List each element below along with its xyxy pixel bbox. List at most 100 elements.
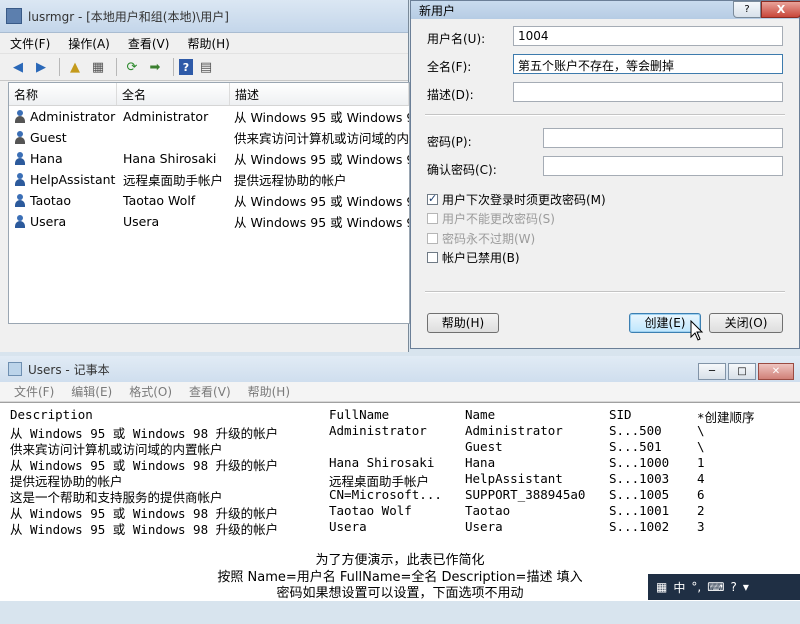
user-row[interactable]: Administrator Administrator 从 Windows 95… bbox=[9, 106, 409, 127]
fullname-input[interactable]: 第五个账户不存在，等会删掉 bbox=[513, 54, 783, 74]
lusrmgr-titlebar[interactable]: lusrmgr - [本地用户和组(本地)\用户] bbox=[0, 0, 408, 33]
close-icon[interactable]: ✕ bbox=[758, 363, 794, 380]
help-button[interactable]: 帮助(H) bbox=[427, 313, 499, 333]
user-row[interactable]: Taotao Taotao Wolf 从 Windows 95 或 Window… bbox=[9, 190, 409, 211]
line-name: Administrator bbox=[465, 423, 563, 438]
column-header-fullname[interactable]: 全名 bbox=[117, 83, 230, 105]
password-label: 密码(P): bbox=[427, 135, 472, 149]
user-row[interactable]: Guest 供来宾访问计算机或访问域的内置 bbox=[9, 127, 409, 148]
menu-view[interactable]: 查看(V) bbox=[128, 35, 170, 52]
properties-icon[interactable]: ▤ bbox=[196, 58, 216, 76]
line-order: \ bbox=[697, 423, 705, 438]
user-name: Guest bbox=[30, 130, 67, 145]
maximize-icon[interactable]: □ bbox=[728, 363, 756, 380]
np-menu-view[interactable]: 查看(V) bbox=[189, 383, 231, 400]
user-disabled-icon bbox=[13, 130, 27, 145]
user-icon bbox=[13, 151, 27, 166]
user-row[interactable]: HelpAssistant 远程桌面助手帐户 提供远程协助的帐户 bbox=[9, 169, 409, 190]
account-disabled-checkbox[interactable]: 帐户已禁用(B) bbox=[427, 249, 520, 266]
notepad-line: 从 Windows 95 或 Windows 98 升级的帐户 Hana Shi… bbox=[10, 455, 705, 473]
user-description: 从 Windows 95 或 Windows 98 bbox=[234, 215, 409, 230]
header-fullname: FullName bbox=[329, 407, 390, 422]
line-sid: S...1002 bbox=[609, 519, 670, 534]
notepad-line: 这是一个帮助和支持服务的提供商帐户 CN=Microsoft... SUPPOR… bbox=[10, 487, 705, 505]
toolbar-separator bbox=[59, 58, 60, 76]
line-sid: S...1005 bbox=[609, 487, 670, 502]
help-icon[interactable]: ? bbox=[731, 580, 737, 594]
line-sid: S...1003 bbox=[609, 471, 670, 486]
dialog-close-icon[interactable]: X bbox=[761, 1, 800, 18]
dialog-help-icon[interactable]: ? bbox=[733, 1, 761, 18]
menu-file[interactable]: 文件(F) bbox=[10, 35, 50, 52]
keyboard-icon[interactable]: ⌨ bbox=[707, 580, 724, 594]
np-menu-file[interactable]: 文件(F) bbox=[14, 383, 54, 400]
notepad-window-controls: ─ □ ✕ bbox=[696, 363, 794, 380]
user-fullname: 远程桌面助手帐户 bbox=[123, 173, 224, 188]
user-list[interactable]: 名称 全名 描述 Administrator Administrator 从 W… bbox=[8, 82, 410, 324]
user-fullname: Hana Shirosaki bbox=[123, 151, 217, 166]
np-menu-help[interactable]: 帮助(H) bbox=[248, 383, 290, 400]
user-description: 供来宾访问计算机或访问域的内置 bbox=[234, 131, 409, 146]
line-sid: S...1001 bbox=[609, 503, 670, 518]
confirm-password-input[interactable] bbox=[543, 156, 783, 176]
column-header-description[interactable]: 描述 bbox=[230, 83, 409, 105]
header-order: *创建顺序 bbox=[697, 410, 755, 425]
menu-action[interactable]: 操作(A) bbox=[68, 35, 110, 52]
dialog-separator bbox=[425, 114, 785, 116]
header-name: Name bbox=[465, 407, 496, 422]
line-sid: S...1000 bbox=[609, 455, 670, 470]
description-input[interactable] bbox=[513, 82, 783, 102]
username-input[interactable]: 1004 bbox=[513, 26, 783, 46]
line-order: 3 bbox=[697, 519, 705, 534]
menu-help[interactable]: 帮助(H) bbox=[187, 35, 229, 52]
checkbox-checked-icon bbox=[427, 192, 438, 205]
minimize-icon[interactable]: ─ bbox=[698, 363, 726, 380]
user-fullname: Taotao Wolf bbox=[123, 193, 196, 208]
toolbar-separator bbox=[173, 58, 174, 76]
ime-logo-icon[interactable]: ▦ bbox=[656, 580, 667, 594]
notepad-titlebar[interactable]: Users - 记事本 bbox=[0, 356, 800, 382]
checkbox-icon bbox=[427, 252, 438, 263]
user-description: 从 Windows 95 或 Windows 98 bbox=[234, 194, 409, 209]
close-button[interactable]: 关闭(O) bbox=[709, 313, 783, 333]
ime-mode[interactable]: 中 bbox=[673, 579, 685, 596]
forward-arrow-icon[interactable]: ▶ bbox=[31, 58, 51, 76]
username-label: 用户名(U): bbox=[427, 32, 486, 46]
export-list-icon[interactable]: ➡ bbox=[145, 58, 165, 76]
must-change-password-checkbox[interactable]: 用户下次登录时须更改密码(M) bbox=[427, 191, 606, 208]
cannot-change-password-checkbox[interactable]: 用户不能更改密码(S) bbox=[427, 210, 555, 227]
line-order: 2 bbox=[697, 503, 705, 518]
account-disabled-label: 帐户已禁用(B) bbox=[442, 251, 520, 265]
lusrmgr-menubar: 文件(F) 操作(A) 查看(V) 帮助(H) bbox=[0, 33, 408, 54]
np-menu-format[interactable]: 格式(O) bbox=[129, 383, 172, 400]
password-never-expires-checkbox[interactable]: 密码永不过期(W) bbox=[427, 230, 535, 247]
fullname-label: 全名(F): bbox=[427, 60, 472, 74]
help-icon[interactable]: ? bbox=[179, 59, 193, 75]
user-row[interactable]: Usera Usera 从 Windows 95 或 Windows 98 bbox=[9, 211, 409, 232]
ime-tray: ▦ 中 °, ⌨ ? ▾ bbox=[648, 574, 800, 600]
menu-icon[interactable]: ▾ bbox=[743, 580, 749, 594]
header-sid: SID bbox=[609, 407, 632, 422]
column-header-name[interactable]: 名称 bbox=[9, 83, 117, 105]
line-order: 6 bbox=[697, 487, 705, 502]
show-tree-icon[interactable]: ▦ bbox=[88, 58, 108, 76]
refresh-icon[interactable]: ⟳ bbox=[122, 58, 142, 76]
checkbox-icon bbox=[427, 233, 438, 244]
new-user-dialog: 新用户 ? X 用户名(U): 1004 全名(F): 第五个账户不存在，等会删… bbox=[410, 0, 800, 349]
line-fullname: Administrator bbox=[329, 423, 427, 438]
ime-punct[interactable]: °, bbox=[691, 580, 701, 594]
line-name: Hana bbox=[465, 455, 496, 470]
password-input[interactable] bbox=[543, 128, 783, 148]
up-folder-icon[interactable]: ▲ bbox=[65, 58, 85, 76]
dialog-title: 新用户 bbox=[419, 3, 456, 18]
user-fullname: Administrator bbox=[123, 109, 209, 124]
user-row[interactable]: Hana Hana Shirosaki 从 Windows 95 或 Windo… bbox=[9, 148, 409, 169]
line-name: Usera bbox=[465, 519, 503, 534]
np-menu-edit[interactable]: 编辑(E) bbox=[71, 383, 112, 400]
user-name: Administrator bbox=[30, 109, 116, 124]
lusrmgr-title: lusrmgr - [本地用户和组(本地)\用户] bbox=[28, 9, 229, 24]
notepad-line: 从 Windows 95 或 Windows 98 升级的帐户 Administ… bbox=[10, 423, 705, 441]
line-name: Guest bbox=[465, 439, 503, 454]
confirm-password-label: 确认密码(C): bbox=[427, 163, 497, 177]
back-arrow-icon[interactable]: ◀ bbox=[8, 58, 28, 76]
